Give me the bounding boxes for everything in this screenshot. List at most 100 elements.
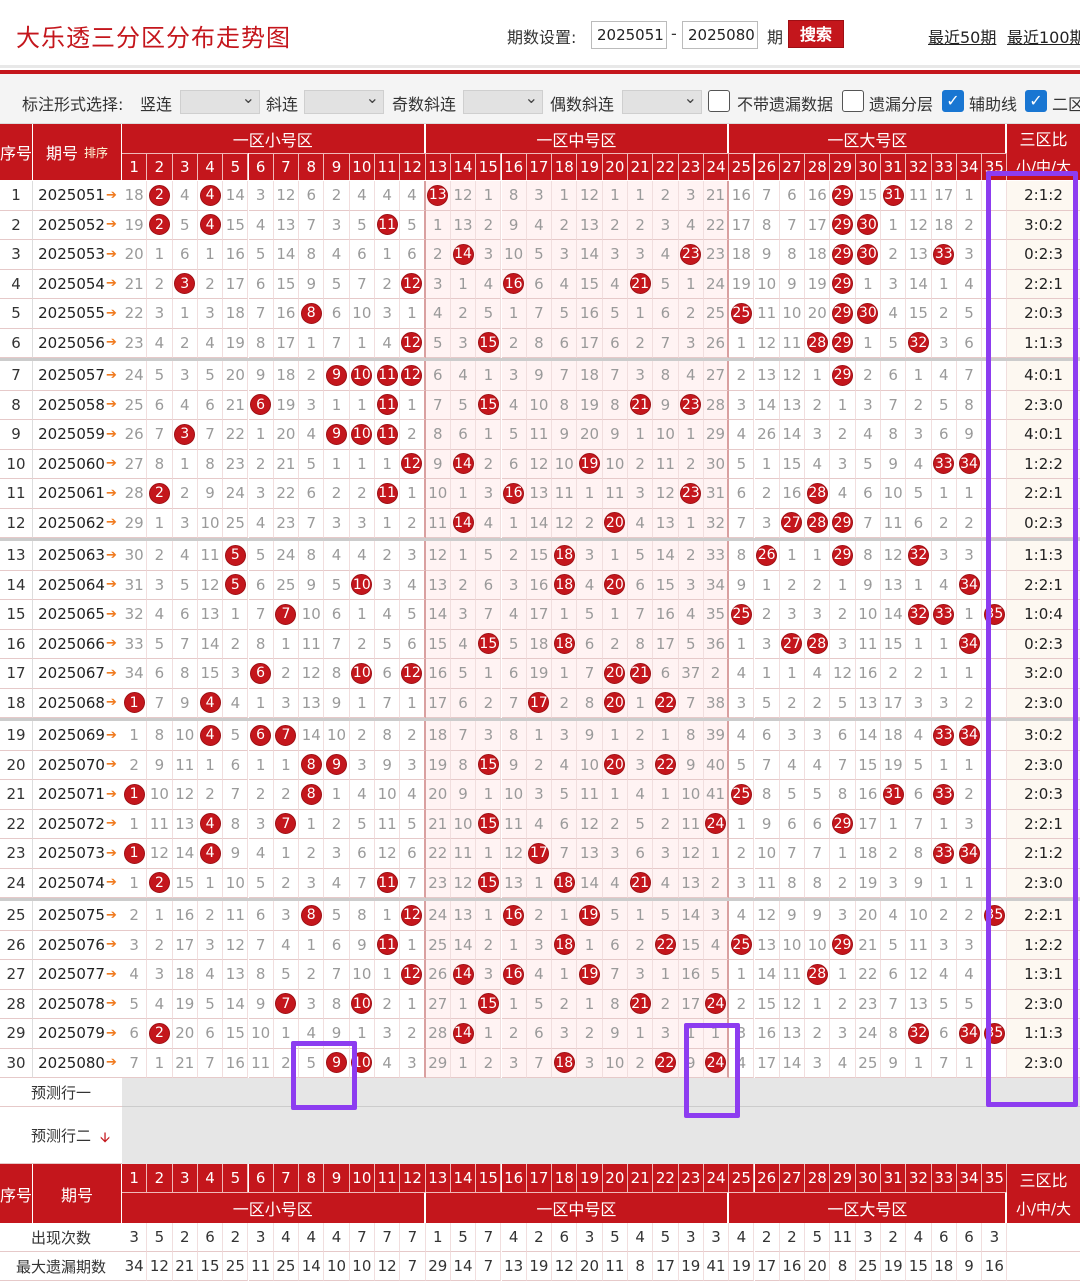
row-seq: 27 xyxy=(0,960,33,990)
recent-50-link[interactable]: 最近50期 xyxy=(928,24,996,48)
row-seq: 12 xyxy=(0,508,33,538)
period-from-input[interactable]: 2025051 xyxy=(591,21,667,49)
row-period[interactable]: 2025062 ➔ xyxy=(33,508,122,538)
miss-cell xyxy=(982,750,1008,780)
row-period[interactable]: 2025074 ➔ xyxy=(33,868,122,898)
miss-cell xyxy=(982,328,1008,358)
row-period[interactable]: 2025056 ➔ xyxy=(33,328,122,358)
miss-cell: 7 xyxy=(779,210,806,240)
row-period[interactable]: 2025077 ➔ xyxy=(33,960,122,990)
row-period[interactable]: 2025078 ➔ xyxy=(33,989,122,1019)
diagonal-select[interactable]: ⌄ xyxy=(304,88,384,114)
miss-cell: 7 xyxy=(223,780,249,810)
row-period[interactable]: 2025080 ➔ xyxy=(33,1048,122,1078)
miss-cell: 8 xyxy=(602,390,628,420)
col-number-header: 5 xyxy=(223,153,249,180)
miss-cell: 6 xyxy=(552,328,578,358)
search-button[interactable]: 搜索 xyxy=(788,20,844,48)
drawn-ball: 6 xyxy=(250,394,272,416)
row-seq: 2 xyxy=(0,210,33,240)
miss-cell: 20 xyxy=(122,240,148,270)
predict-row-one-cells[interactable] xyxy=(122,1078,1007,1107)
row-seq: 1 xyxy=(0,181,33,211)
miss-cell: 33 xyxy=(703,541,730,571)
miss-cell: 2 xyxy=(729,361,755,391)
row-period[interactable]: 2025075 ➔ xyxy=(33,901,122,931)
footer-number: 15 xyxy=(476,1164,502,1192)
row-period[interactable]: 2025055 ➔ xyxy=(33,299,122,329)
miss-layer-checkbox[interactable] xyxy=(842,90,864,112)
predict-row-one[interactable]: 预测行一 xyxy=(0,1078,122,1107)
drawn-ball: 14 xyxy=(452,1022,474,1044)
row-period[interactable]: 2025060 ➔ xyxy=(33,449,122,479)
miss-cell: 1 xyxy=(197,868,224,898)
row-period[interactable]: 2025058 ➔ xyxy=(33,390,122,420)
miss-cell: 1 xyxy=(906,361,932,391)
row-period[interactable]: 2025065 ➔ xyxy=(33,600,122,630)
row-period[interactable]: 2025059 ➔ xyxy=(33,420,122,450)
row-period[interactable]: 2025067 ➔ xyxy=(33,659,122,689)
row-period[interactable]: 2025070 ➔ xyxy=(33,750,122,780)
miss-cell: 5 xyxy=(122,989,148,1019)
miss-cell: 10 xyxy=(754,839,780,869)
maxmiss-row-cell: 10 xyxy=(324,1252,350,1281)
row-period[interactable]: 2025069 ➔ xyxy=(33,721,122,751)
row-ratio: 1:1:3 xyxy=(1007,541,1080,571)
row-period[interactable]: 2025054 ➔ xyxy=(33,269,122,299)
row-period[interactable]: 2025066 ➔ xyxy=(33,629,122,659)
miss-cell: 1 xyxy=(122,780,148,810)
miss-cell: 1 xyxy=(906,570,932,600)
row-period[interactable]: 2025057 ➔ xyxy=(33,361,122,391)
row-period[interactable]: 2025052 ➔ xyxy=(33,210,122,240)
miss-cell: 4 xyxy=(223,688,249,718)
drawn-ball: 7 xyxy=(275,603,297,625)
miss-cell: 1 xyxy=(476,420,502,450)
no-miss-data-checkbox[interactable] xyxy=(708,90,730,112)
miss-cell: 18 xyxy=(805,240,831,270)
zone2-checkbox[interactable]: ✓ xyxy=(1025,90,1047,112)
count-row-cell: 4 xyxy=(501,1223,527,1252)
miss-cell: 2 xyxy=(628,721,654,751)
row-period[interactable]: 2025064 ➔ xyxy=(33,570,122,600)
miss-cell: 2 xyxy=(349,721,375,751)
row-period[interactable]: 2025061 ➔ xyxy=(33,479,122,509)
vertical-select[interactable]: ⌄ xyxy=(180,88,260,114)
count-row-cell: 3 xyxy=(248,1223,274,1252)
row-period[interactable]: 2025053 ➔ xyxy=(33,240,122,270)
miss-cell: 10 xyxy=(653,420,679,450)
row-period[interactable]: 2025076 ➔ xyxy=(33,930,122,960)
miss-cell: 8 xyxy=(197,449,224,479)
row-period[interactable]: 2025079 ➔ xyxy=(33,1019,122,1049)
miss-cell: 12 xyxy=(299,659,325,689)
miss-cell: 10 xyxy=(754,269,780,299)
odd-diagonal-select[interactable]: ⌄ xyxy=(463,88,543,114)
row-period[interactable]: 2025068 ➔ xyxy=(33,688,122,718)
drawn-ball: 14 xyxy=(452,963,474,985)
miss-cell: 3 xyxy=(197,299,224,329)
period-to-input[interactable]: 2025080 xyxy=(682,21,758,49)
miss-cell: 6 xyxy=(147,390,173,420)
miss-cell: 7 xyxy=(172,629,198,659)
row-period[interactable]: 2025073 ➔ xyxy=(33,839,122,869)
row-period[interactable]: 2025063 ➔ xyxy=(33,541,122,571)
miss-cell: 11 xyxy=(602,479,628,509)
miss-cell: 1 xyxy=(349,390,375,420)
row-period[interactable]: 2025072 ➔ xyxy=(33,809,122,839)
sort-button[interactable]: 排序 xyxy=(84,144,108,161)
row-period[interactable]: 2025051 ➔ xyxy=(33,181,122,211)
predict-row-two[interactable]: 预测行二 🡫 xyxy=(0,1107,122,1164)
miss-cell: 1 xyxy=(881,210,907,240)
even-diagonal-select[interactable]: ⌄ xyxy=(622,88,702,114)
drawn-ball: 27 xyxy=(781,633,803,655)
footer-number: 28 xyxy=(805,1164,831,1192)
miss-cell: 3 xyxy=(375,1019,401,1049)
down-arrow-icon[interactable]: 🡫 xyxy=(100,1127,110,1151)
miss-cell: 11 xyxy=(197,541,224,571)
aux-line-checkbox[interactable]: ✓ xyxy=(942,90,964,112)
miss-cell: 2 xyxy=(197,901,224,931)
recent-100-link[interactable]: 最近100期 xyxy=(1007,24,1080,48)
miss-cell: 2 xyxy=(956,780,983,810)
row-period[interactable]: 2025071 ➔ xyxy=(33,780,122,810)
predict-row-two-cells[interactable] xyxy=(122,1107,1007,1164)
miss-cell: 2 xyxy=(931,901,957,931)
